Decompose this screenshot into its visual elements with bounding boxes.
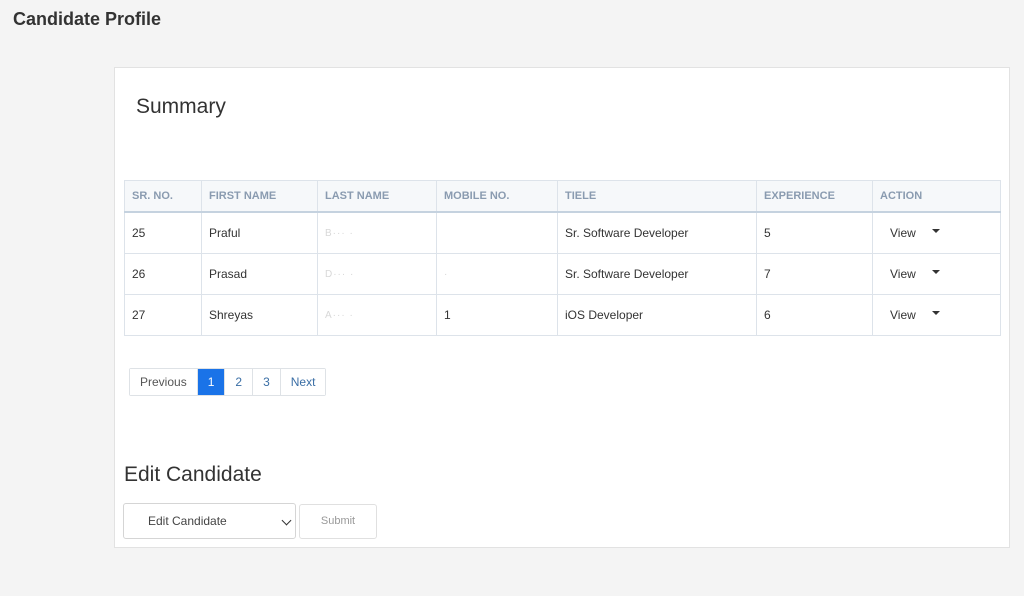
pagination-previous[interactable]: Previous — [130, 369, 198, 395]
col-header-first-name: FIRST NAME — [201, 180, 318, 213]
view-button[interactable]: View — [890, 308, 916, 322]
submit-button[interactable]: Submit — [299, 504, 377, 539]
col-header-mobile: MOBILE NO. — [436, 180, 558, 213]
cell-sr: 26 — [124, 253, 202, 295]
cell-mobile: 1 — [436, 294, 558, 336]
edit-candidate-title: Edit Candidate — [124, 463, 262, 486]
content-card: Summary SR. NO. FIRST NAME LAST NAME MOB… — [114, 67, 1010, 548]
cell-last-name: B··· · — [317, 211, 437, 254]
cell-action: View — [872, 211, 1001, 254]
cell-mobile — [436, 211, 558, 254]
cell-sr: 25 — [124, 211, 202, 254]
pagination-next[interactable]: Next — [280, 369, 326, 395]
chevron-down-icon — [281, 515, 292, 526]
pagination-page-3[interactable]: 3 — [253, 369, 281, 395]
pagination-page-1[interactable]: 1 — [197, 369, 226, 395]
edit-candidate-select[interactable]: Edit Candidate — [123, 503, 296, 539]
cell-first-name: Shreyas — [201, 294, 318, 336]
cell-experience: 5 — [756, 211, 873, 254]
cell-title: Sr. Software Developer — [557, 211, 757, 254]
pagination-page-2[interactable]: 2 — [225, 369, 254, 395]
table-header-row: SR. NO. FIRST NAME LAST NAME MOBILE NO. … — [124, 180, 1001, 213]
cell-first-name: Prasad — [201, 253, 318, 295]
col-header-last-name: LAST NAME — [317, 180, 437, 213]
table-row: 25 Praful B··· · Sr. Software Developer … — [124, 211, 1001, 254]
cell-experience: 6 — [756, 294, 873, 336]
caret-down-icon[interactable] — [931, 228, 940, 233]
cell-first-name: Praful — [201, 211, 318, 254]
cell-action: View — [872, 294, 1001, 336]
caret-down-icon[interactable] — [931, 269, 940, 274]
cell-experience: 7 — [756, 253, 873, 295]
cell-title: iOS Developer — [557, 294, 757, 336]
cell-last-name: A··· · — [317, 294, 437, 336]
cell-sr: 27 — [124, 294, 202, 336]
col-header-title: TIELE — [557, 180, 757, 213]
view-button[interactable]: View — [890, 267, 916, 281]
summary-table: SR. NO. FIRST NAME LAST NAME MOBILE NO. … — [124, 180, 1001, 336]
view-button[interactable]: View — [890, 226, 916, 240]
select-value: Edit Candidate — [148, 514, 227, 528]
col-header-sr: SR. NO. — [124, 180, 202, 213]
page-title: Candidate Profile — [13, 9, 162, 29]
cell-action: View — [872, 253, 1001, 295]
cell-title: Sr. Software Developer — [557, 253, 757, 295]
col-header-experience: EXPERIENCE — [756, 180, 873, 213]
cell-mobile: · — [436, 253, 558, 295]
col-header-action: ACTION — [872, 180, 1001, 213]
caret-down-icon[interactable] — [931, 310, 940, 315]
summary-title: Summary — [136, 95, 226, 118]
table-row: 27 Shreyas A··· · 1 iOS Developer 6 View — [124, 294, 1001, 336]
table-row: 26 Prasad D··· · · Sr. Software Develope… — [124, 253, 1001, 295]
cell-last-name: D··· · — [317, 253, 437, 295]
pagination: Previous 1 2 3 Next — [129, 368, 327, 396]
